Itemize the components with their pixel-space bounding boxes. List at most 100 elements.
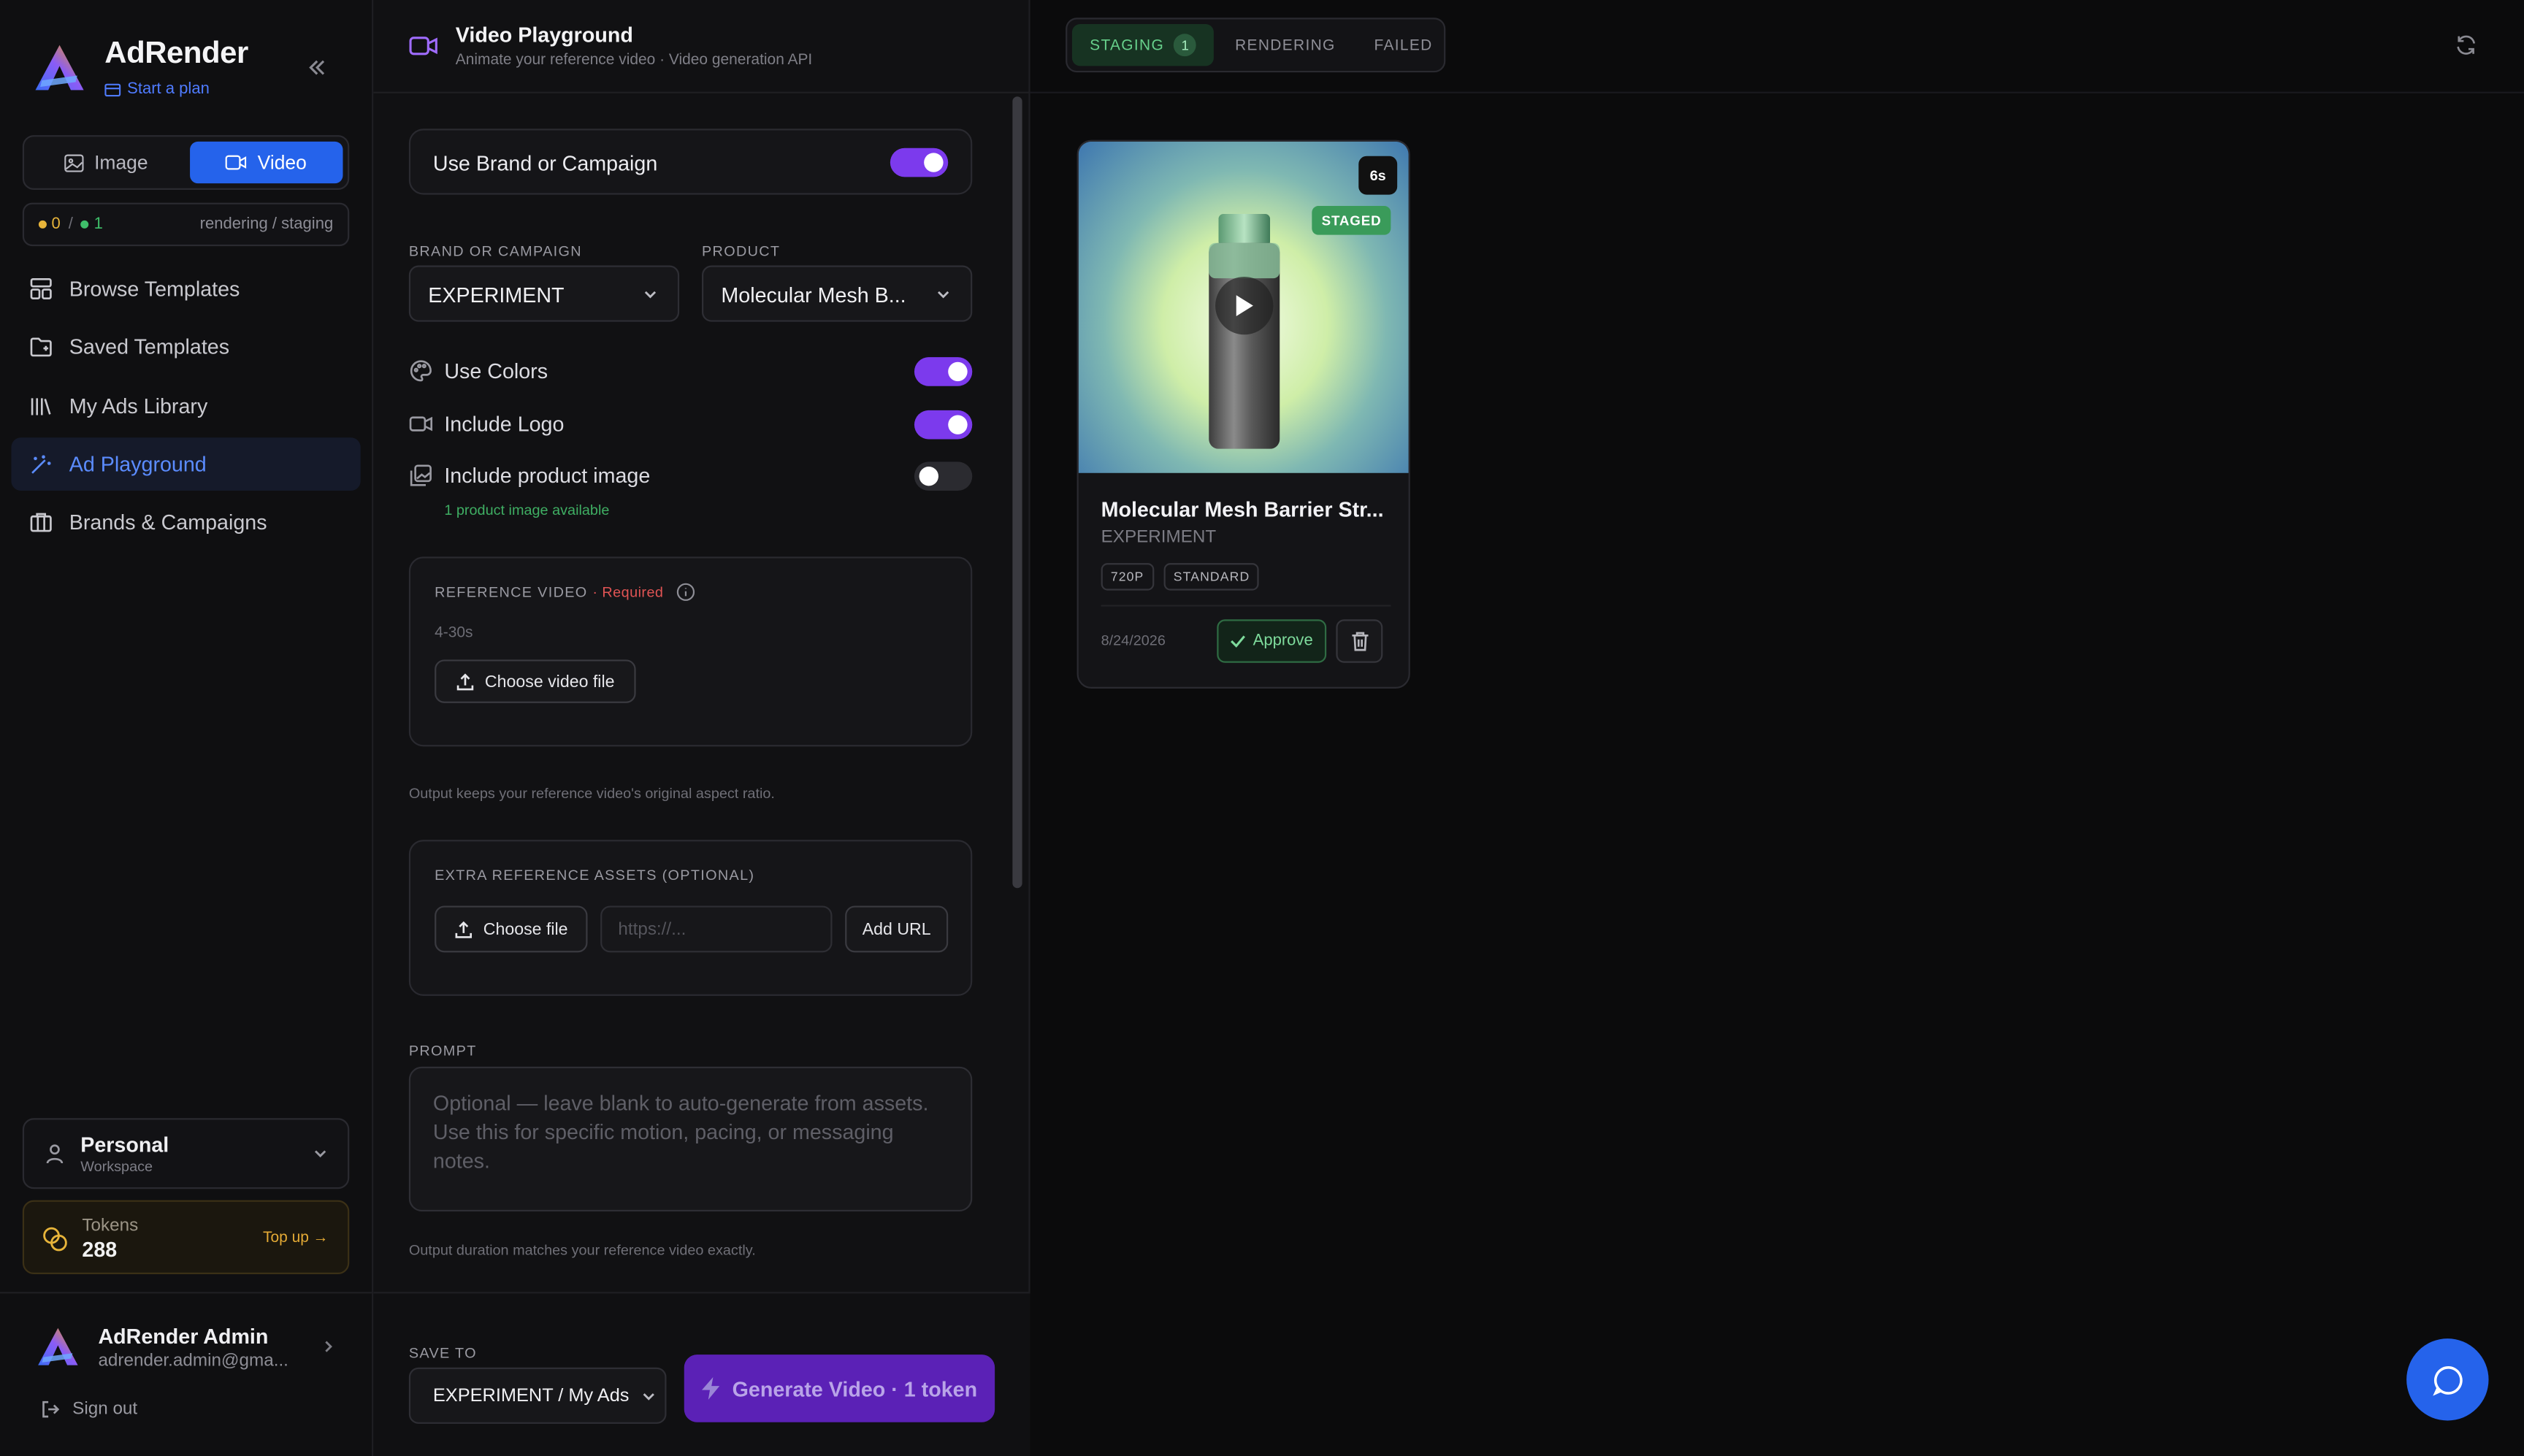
panel-footer: SAVE TO EXPERIMENT / My Ads Generate Vid… bbox=[373, 1292, 1030, 1456]
mode-video-button[interactable]: Video bbox=[188, 141, 343, 184]
nav-saved-templates[interactable]: Saved Templates bbox=[11, 321, 360, 374]
product-select[interactable]: Molecular Mesh B... bbox=[701, 265, 973, 322]
resolution-chip: 720P bbox=[1101, 563, 1154, 591]
include-logo-toggle[interactable] bbox=[914, 410, 973, 440]
prompt-label: PROMPT bbox=[408, 1042, 477, 1059]
reference-video-label: REFERENCE VIDEO bbox=[435, 583, 588, 600]
render-queue-panel: STAGING 1 RENDERING FAILED 6s STAGED Mol… bbox=[1030, 0, 2524, 1456]
nav-label: Browse Templates bbox=[69, 276, 240, 302]
duration-note: Output duration matches your reference v… bbox=[408, 1241, 756, 1258]
chat-button[interactable] bbox=[2406, 1338, 2489, 1421]
palette-icon bbox=[410, 360, 432, 382]
start-plan-label: Start a plan bbox=[127, 80, 210, 99]
nav-my-ads-library[interactable]: My Ads Library bbox=[11, 379, 360, 432]
tab-label: FAILED bbox=[1374, 36, 1433, 54]
start-plan-link[interactable]: Start a plan bbox=[104, 80, 210, 98]
tab-staging[interactable]: STAGING 1 bbox=[1071, 24, 1215, 66]
chevron-down-icon bbox=[937, 291, 949, 299]
workspace-selector[interactable]: Personal Workspace bbox=[22, 1118, 350, 1189]
delete-button[interactable] bbox=[1336, 619, 1383, 663]
save-to-select[interactable]: EXPERIMENT / My Ads bbox=[408, 1367, 667, 1424]
url-input[interactable]: https://... bbox=[600, 905, 833, 953]
generate-video-button[interactable]: Generate Video · 1 token bbox=[684, 1355, 995, 1422]
choose-video-file-button[interactable]: Choose video file bbox=[435, 659, 636, 703]
tokens-panel: Tokens 288 Top up → bbox=[22, 1200, 350, 1275]
workspace-sub: Workspace bbox=[80, 1158, 153, 1175]
rendering-count: 0 bbox=[51, 215, 61, 234]
mode-image-button[interactable]: Image bbox=[29, 142, 183, 183]
video-thumbnail[interactable]: 6s STAGED bbox=[1078, 141, 1409, 473]
queue-header: STAGING 1 RENDERING FAILED bbox=[1030, 0, 2524, 93]
reference-duration-range: 4-30s bbox=[435, 624, 473, 643]
tab-rendering[interactable]: RENDERING bbox=[1217, 24, 1353, 66]
product-image-available: 1 product image available bbox=[444, 502, 610, 518]
chat-icon bbox=[2432, 1365, 2462, 1395]
logout-icon bbox=[42, 1401, 60, 1418]
page-subtitle: Animate your reference video · Video gen… bbox=[455, 51, 813, 69]
extra-assets-title: EXTRA REFERENCE ASSETS (OPTIONAL) bbox=[435, 867, 755, 884]
panel-header: Video Playground Animate your reference … bbox=[373, 0, 1030, 93]
user-avatar[interactable] bbox=[35, 1324, 80, 1369]
choose-file-button[interactable]: Choose file bbox=[435, 905, 588, 953]
nav-label: My Ads Library bbox=[69, 393, 208, 418]
generate-label: Generate Video · 1 token bbox=[732, 1376, 978, 1401]
library-icon bbox=[31, 397, 51, 415]
tab-label: STAGING bbox=[1090, 36, 1165, 54]
use-colors-label: Use Colors bbox=[444, 359, 548, 383]
chevron-right-icon[interactable] bbox=[321, 1338, 337, 1355]
scrollbar[interactable] bbox=[1012, 96, 1022, 889]
tab-label: RENDERING bbox=[1235, 36, 1336, 54]
approve-label: Approve bbox=[1253, 632, 1313, 651]
use-brand-card: Use Brand or Campaign bbox=[408, 129, 973, 195]
required-label: · Required bbox=[592, 583, 664, 600]
nav-ad-playground[interactable]: Ad Playground bbox=[11, 437, 361, 491]
chevron-down-icon bbox=[643, 1393, 654, 1401]
briefcase-icon bbox=[30, 513, 52, 532]
folder-icon bbox=[30, 338, 52, 357]
sign-out-button[interactable]: Sign out bbox=[40, 1400, 137, 1419]
prompt-textarea[interactable]: Optional — leave blank to auto-generate … bbox=[408, 1066, 973, 1212]
video-icon bbox=[409, 416, 433, 432]
page-title: Video Playground bbox=[455, 22, 633, 47]
tab-failed[interactable]: FAILED bbox=[1356, 24, 1450, 66]
brand-select[interactable]: EXPERIMENT bbox=[408, 265, 680, 322]
use-brand-label: Use Brand or Campaign bbox=[432, 151, 658, 176]
save-to-value: EXPERIMENT / My Ads bbox=[432, 1387, 630, 1406]
product-value: Molecular Mesh B... bbox=[721, 283, 906, 307]
rendering-dot bbox=[38, 220, 47, 229]
use-colors-row: Use Colors bbox=[409, 356, 973, 388]
brand-label: BRAND OR CAMPAIGN bbox=[408, 242, 582, 259]
wand-icon bbox=[31, 455, 51, 474]
use-brand-toggle[interactable] bbox=[890, 147, 949, 177]
sidebar-divider bbox=[0, 1292, 374, 1294]
use-colors-toggle[interactable] bbox=[914, 357, 973, 386]
trash-icon bbox=[1351, 632, 1368, 651]
info-icon[interactable] bbox=[676, 583, 695, 602]
collapse-sidebar-icon[interactable] bbox=[305, 55, 330, 80]
ad-card[interactable]: 6s STAGED Molecular Mesh Barrier Str... … bbox=[1076, 139, 1410, 689]
nav-brands-campaigns[interactable]: Brands & Campaigns bbox=[11, 496, 360, 549]
video-playground-panel: Video Playground Animate your reference … bbox=[373, 0, 1030, 1456]
approve-button[interactable]: Approve bbox=[1217, 619, 1327, 663]
play-icon[interactable] bbox=[1215, 276, 1274, 335]
duration-badge: 6s bbox=[1358, 156, 1398, 195]
mode-image-label: Image bbox=[94, 151, 148, 174]
top-up-link[interactable]: Top up → bbox=[263, 1229, 329, 1246]
nav-browse-templates[interactable]: Browse Templates bbox=[11, 262, 360, 315]
tokens-label: Tokens bbox=[82, 1216, 139, 1236]
reference-video-card: REFERENCE VIDEO · Required 4-30s Choose … bbox=[408, 556, 973, 747]
include-product-toggle[interactable] bbox=[914, 461, 973, 491]
staging-dot bbox=[80, 220, 89, 229]
user-name: AdRender Admin bbox=[98, 1324, 269, 1349]
add-url-button[interactable]: Add URL bbox=[845, 905, 949, 953]
extra-assets-card: EXTRA REFERENCE ASSETS (OPTIONAL) Choose… bbox=[408, 840, 973, 996]
choose-video-label: Choose video file bbox=[484, 671, 615, 691]
refresh-icon[interactable] bbox=[2455, 34, 2477, 56]
status-badge: STAGED bbox=[1312, 206, 1391, 235]
include-logo-label: Include Logo bbox=[444, 412, 565, 437]
include-product-label: Include product image bbox=[444, 463, 651, 488]
user-email: adrender.admin@gma... bbox=[98, 1351, 288, 1371]
coins-icon bbox=[43, 1227, 67, 1252]
mode-toggle: Image Video bbox=[22, 135, 350, 190]
choose-file-label: Choose file bbox=[483, 919, 568, 939]
